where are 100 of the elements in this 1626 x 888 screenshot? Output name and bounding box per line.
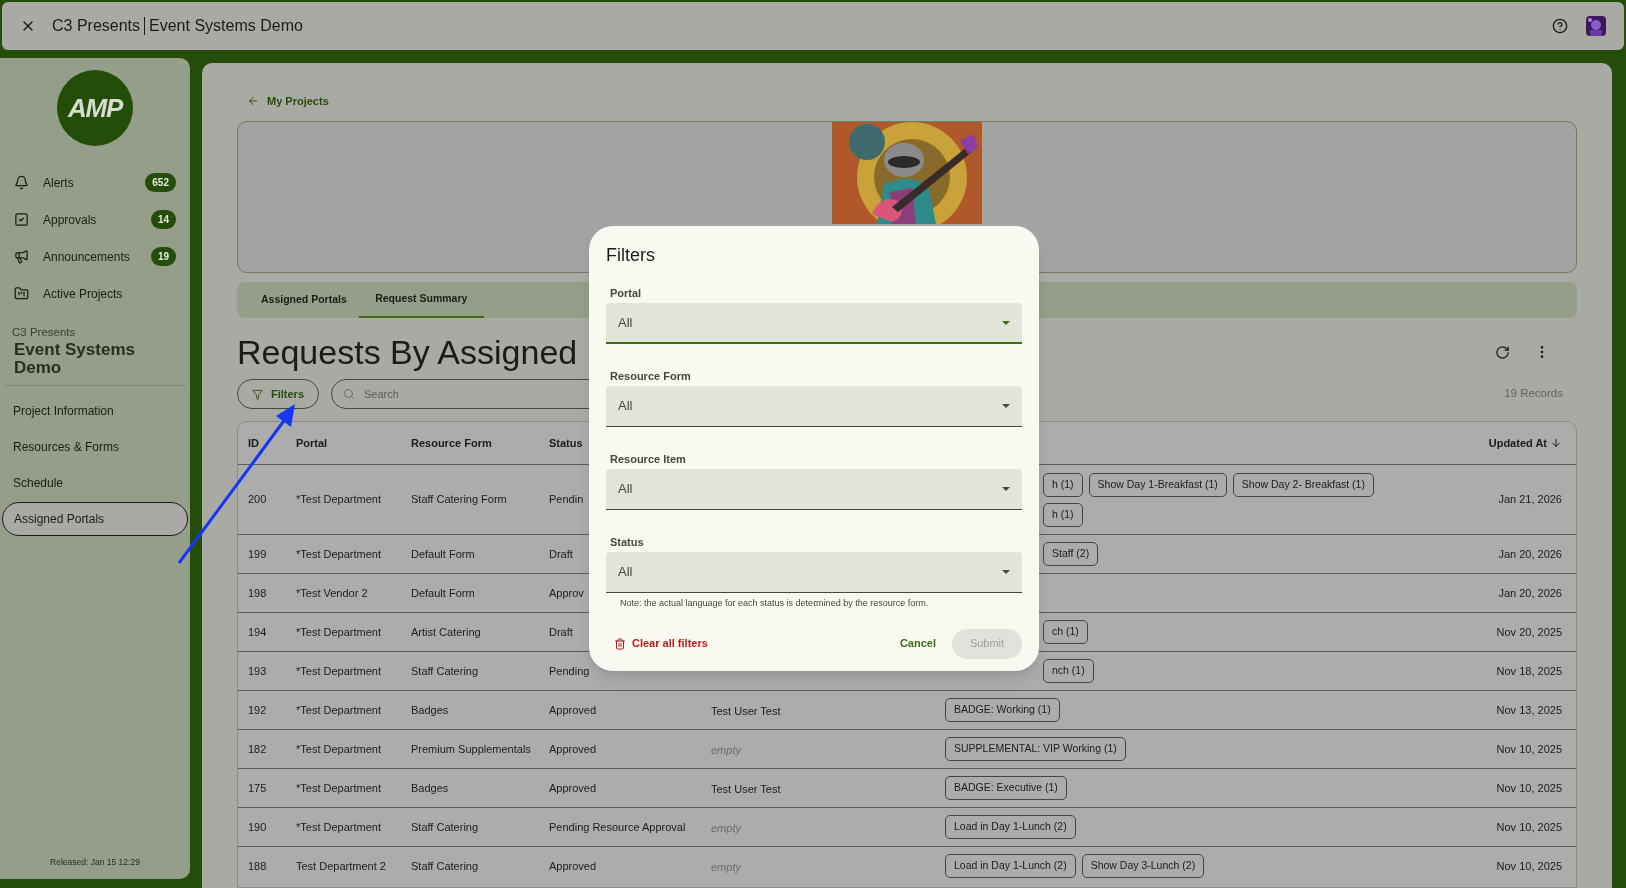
- table-cell-text: Staff Catering Form: [411, 492, 508, 508]
- tag-chip: Staff (2): [1043, 542, 1099, 566]
- tag-chip: BADGE: Executive (1): [945, 776, 1067, 800]
- filter-icon: [252, 388, 263, 400]
- table-cell-text: Staff Catering: [411, 858, 480, 874]
- table-cell-text: Approved: [549, 702, 598, 718]
- page-heading: Requests By Assigned: [237, 331, 578, 373]
- table-cell-text: Badges: [411, 702, 450, 718]
- release-label: Released: Jan 15 12:29: [49, 856, 141, 869]
- table-cell-text: *Test Department: [296, 741, 382, 757]
- table-cell-text: 194: [248, 624, 268, 640]
- count-badge: 14: [150, 210, 176, 229]
- table-cell: empty: [711, 822, 741, 834]
- table-cell-text: 199: [248, 546, 268, 562]
- tab[interactable]: Request Summary: [358, 282, 484, 318]
- table-cell-text: *Test Department: [296, 663, 382, 679]
- table-cell-text: *Test Department: [296, 819, 382, 835]
- table-cell-text: Test Department 2: [296, 858, 387, 874]
- table-cell-text: Approved: [549, 858, 598, 874]
- tag-chip: h (1): [1043, 502, 1083, 527]
- table-cell-text: Approv: [549, 585, 585, 601]
- arrow-down-icon: [1550, 437, 1562, 449]
- table-cell: Test User Test: [711, 783, 781, 795]
- table-cell-text: 175: [248, 780, 268, 796]
- tab[interactable]: Assigned Portals: [249, 282, 359, 318]
- column-header[interactable]: Resource Form: [411, 434, 549, 452]
- table-cell: Test User Test: [711, 705, 781, 717]
- bell-icon: [14, 175, 29, 190]
- tag-chip: h (1): [1043, 472, 1083, 497]
- tag-chip: Show Day 1-Breakfast (1): [1088, 472, 1227, 497]
- table-cell-text: Nov 10, 2025: [1495, 780, 1563, 796]
- cancel-button[interactable]: Cancel: [891, 629, 944, 658]
- nav-item[interactable]: Resources & Forms: [2, 430, 188, 465]
- dialog-title: Filters: [606, 244, 656, 266]
- table-cell-text: Artist Catering: [411, 624, 482, 640]
- table-cell-text: Pendin: [549, 492, 585, 508]
- org-name: C3 Presents: [52, 16, 141, 36]
- table-cell-text: Nov 10, 2025: [1495, 858, 1563, 874]
- nav-item[interactable]: Assigned Portals: [2, 502, 188, 537]
- table-cell-text: 182: [248, 741, 268, 757]
- project-name: Event Systems Demo: [149, 16, 303, 36]
- caret-icon: [1002, 487, 1010, 491]
- table-cell-text: Staff Catering: [411, 819, 480, 835]
- table-cell-text: *Test Department: [296, 702, 382, 718]
- select-field[interactable]: All: [606, 552, 1022, 593]
- table-cell-text: Approved: [549, 741, 598, 757]
- table-cell-text: Nov 13, 2025: [1495, 702, 1563, 718]
- caret-icon: [1002, 404, 1010, 408]
- column-header[interactable]: ID: [248, 434, 296, 452]
- table-cell-text: 198: [248, 585, 268, 601]
- sidebar-item[interactable]: Alerts 652: [2, 164, 188, 201]
- table-cell-text: Jan 20, 2026: [1497, 585, 1563, 601]
- logo: AMP: [57, 70, 133, 146]
- sidebar-item[interactable]: Active Projects: [2, 275, 188, 312]
- search-icon: [343, 388, 355, 400]
- table-cell-text: Jan 21, 2026: [1497, 492, 1563, 508]
- tag-chip: ch (1): [1043, 620, 1088, 644]
- column-header[interactable]: Portal: [296, 434, 411, 452]
- tag-chip: SUPPLEMENTAL: VIP Working (1): [945, 737, 1126, 761]
- table-cell-text: *Test Department: [296, 492, 382, 508]
- back-link[interactable]: My Projects: [247, 93, 1577, 109]
- megaphone-icon: [14, 249, 29, 264]
- table-cell-text: 193: [248, 663, 268, 679]
- table-cell-text: *Test Department: [296, 780, 382, 796]
- clear-filters-button[interactable]: Clear all filters: [606, 629, 716, 658]
- table-cell-text: Nov 20, 2025: [1495, 624, 1563, 640]
- select-field[interactable]: All: [606, 469, 1022, 510]
- table-cell-text: Default Form: [411, 546, 476, 562]
- table-cell-text: Draft: [549, 546, 574, 562]
- count-badge: 19: [150, 247, 176, 266]
- tag-chip: Show Day 3-Lunch (2): [1081, 854, 1205, 878]
- help-icon[interactable]: [1552, 18, 1568, 34]
- tag-chip: Load in Day 1-Lunch (2): [945, 854, 1076, 878]
- field-label: Resource Form: [609, 370, 692, 382]
- tag-chip: BADGE: Working (1): [945, 698, 1060, 722]
- caret-icon: [1002, 570, 1010, 574]
- records-count: 19 Records: [1504, 386, 1563, 402]
- column-header[interactable]: Updated At: [1446, 434, 1576, 452]
- nav-item[interactable]: Schedule: [2, 466, 188, 501]
- sidebar-item[interactable]: Announcements 19: [2, 238, 188, 275]
- table-cell-text: 188: [248, 858, 268, 874]
- table-cell-text: Pending: [549, 663, 591, 679]
- project-title: Event Systems Demo: [4, 341, 186, 387]
- table-cell-text: Approved: [549, 780, 598, 796]
- nav-item[interactable]: Project Information: [2, 394, 188, 429]
- sidebar-item[interactable]: Approvals 14: [2, 201, 188, 238]
- select-field[interactable]: All: [606, 303, 1022, 344]
- table-cell-text: 192: [248, 702, 268, 718]
- tag-chip: Show Day 2- Breakfast (1): [1232, 472, 1374, 497]
- table-cell-text: Default Form: [411, 585, 476, 601]
- table-cell-text: *Test Department: [296, 624, 382, 640]
- table-cell-text: 200: [248, 492, 268, 508]
- helper-text: Note: the actual language for each status is determined by the resource form.: [619, 597, 930, 610]
- tag-chip: nch (1): [1043, 659, 1094, 683]
- folder-icon: [14, 286, 29, 301]
- tag-chip: Load in Day 1-Lunch (2): [945, 815, 1076, 839]
- table-cell-text: Jan 20, 2026: [1497, 546, 1563, 562]
- table-cell-text: Draft: [549, 624, 574, 640]
- select-field[interactable]: All: [606, 386, 1022, 427]
- refresh-icon[interactable]: [1495, 344, 1510, 360]
